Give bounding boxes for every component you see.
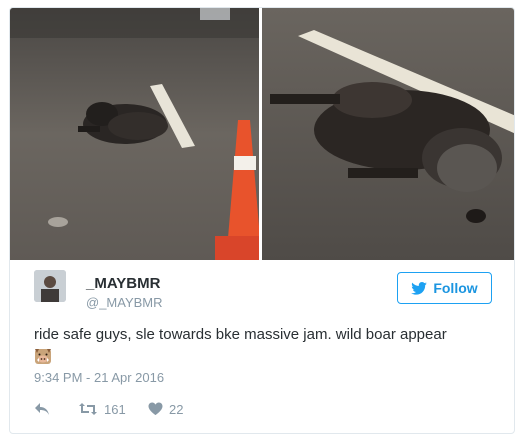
follow-label: Follow bbox=[433, 280, 478, 296]
retweet-count: 161 bbox=[104, 401, 126, 417]
reply-icon bbox=[35, 403, 49, 415]
photo-boar-closeup[interactable] bbox=[262, 8, 514, 260]
display-name[interactable]: _MAYBMR bbox=[86, 275, 160, 292]
like-count: 22 bbox=[169, 401, 184, 417]
tweet-card: _MAYBMR @_MAYBMR Follow ride safe guys, … bbox=[9, 7, 515, 434]
avatar[interactable] bbox=[34, 270, 66, 302]
follow-button[interactable]: Follow bbox=[397, 272, 492, 304]
tweet-text: ride safe guys, sle towards bke massive … bbox=[34, 326, 447, 343]
media-grid[interactable] bbox=[10, 8, 514, 260]
retweet-button[interactable]: 161 bbox=[78, 400, 126, 418]
tweet-actions: 161 22 bbox=[34, 400, 334, 420]
like-button[interactable]: 22 bbox=[148, 400, 183, 418]
reply-button[interactable] bbox=[34, 400, 50, 418]
boar-face-icon bbox=[34, 347, 52, 365]
photo-boar-with-cone[interactable] bbox=[10, 8, 259, 260]
retweet-icon bbox=[79, 403, 97, 415]
heart-icon bbox=[148, 402, 163, 415]
tweet-timestamp[interactable]: 9:34 PM - 21 Apr 2016 bbox=[34, 370, 164, 385]
user-handle[interactable]: @_MAYBMR bbox=[86, 295, 163, 310]
twitter-bird-icon bbox=[411, 281, 428, 295]
